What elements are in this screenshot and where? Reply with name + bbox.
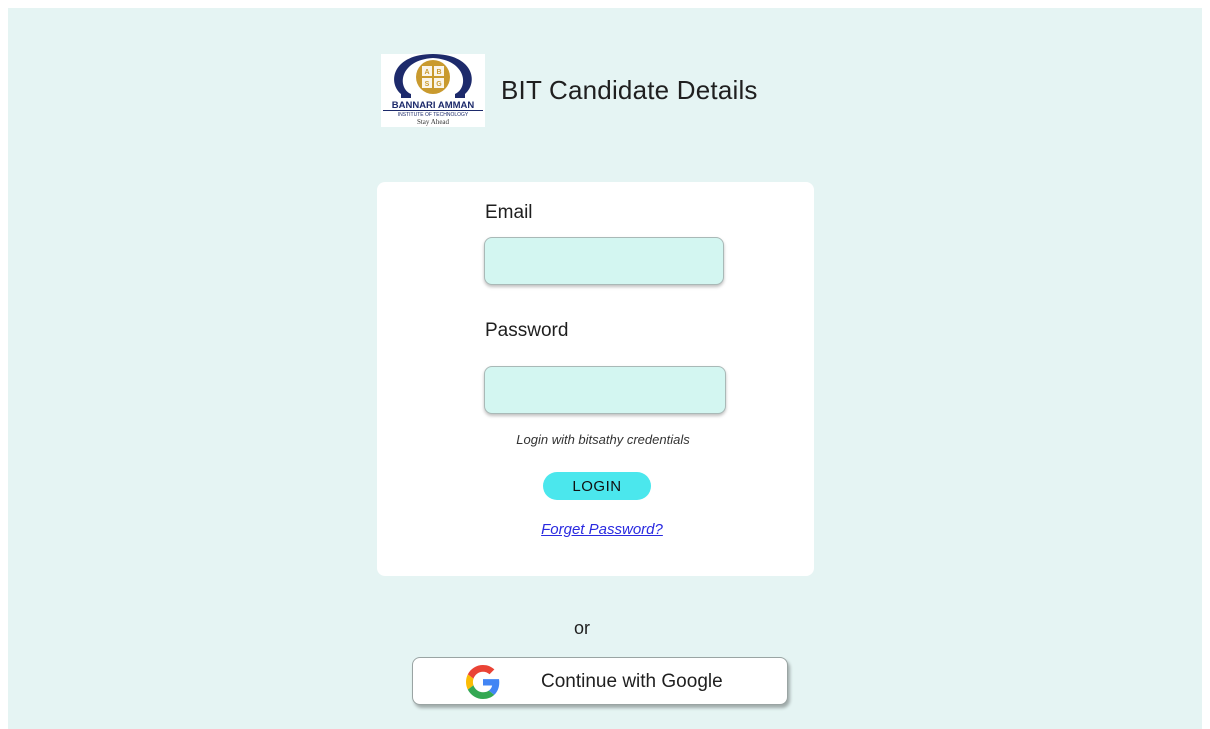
institute-logo: A B S G BANNARI AMMAN INSTITUTE OF TECHN… xyxy=(381,54,485,127)
password-label: Password xyxy=(485,320,569,341)
logo-tagline: Stay Ahead xyxy=(417,118,450,126)
svg-text:S: S xyxy=(425,81,430,88)
app-header: A B S G BANNARI AMMAN INSTITUTE OF TECHN… xyxy=(381,54,758,127)
google-g-icon xyxy=(466,665,500,699)
svg-text:A: A xyxy=(424,69,429,76)
logo-org-name: BANNARI AMMAN xyxy=(392,100,475,111)
login-card: Email Password Login with bitsathy crede… xyxy=(377,182,814,576)
or-divider: or xyxy=(573,618,590,638)
page-title: BIT Candidate Details xyxy=(501,75,758,105)
login-page: A B S G BANNARI AMMAN INSTITUTE OF TECHN… xyxy=(8,8,1202,729)
google-button-label: Continue with Google xyxy=(541,671,723,692)
password-input[interactable] xyxy=(484,366,726,414)
credentials-hint: Login with bitsathy credentials xyxy=(516,432,690,447)
continue-with-google-button[interactable]: Continue with Google xyxy=(412,657,788,705)
svg-text:B: B xyxy=(436,69,441,76)
svg-text:G: G xyxy=(436,81,442,88)
email-label: Email xyxy=(485,202,533,223)
email-input[interactable] xyxy=(484,237,724,285)
login-button[interactable]: LOGIN xyxy=(543,472,651,500)
forgot-password-link[interactable]: Forget Password? xyxy=(377,521,827,538)
